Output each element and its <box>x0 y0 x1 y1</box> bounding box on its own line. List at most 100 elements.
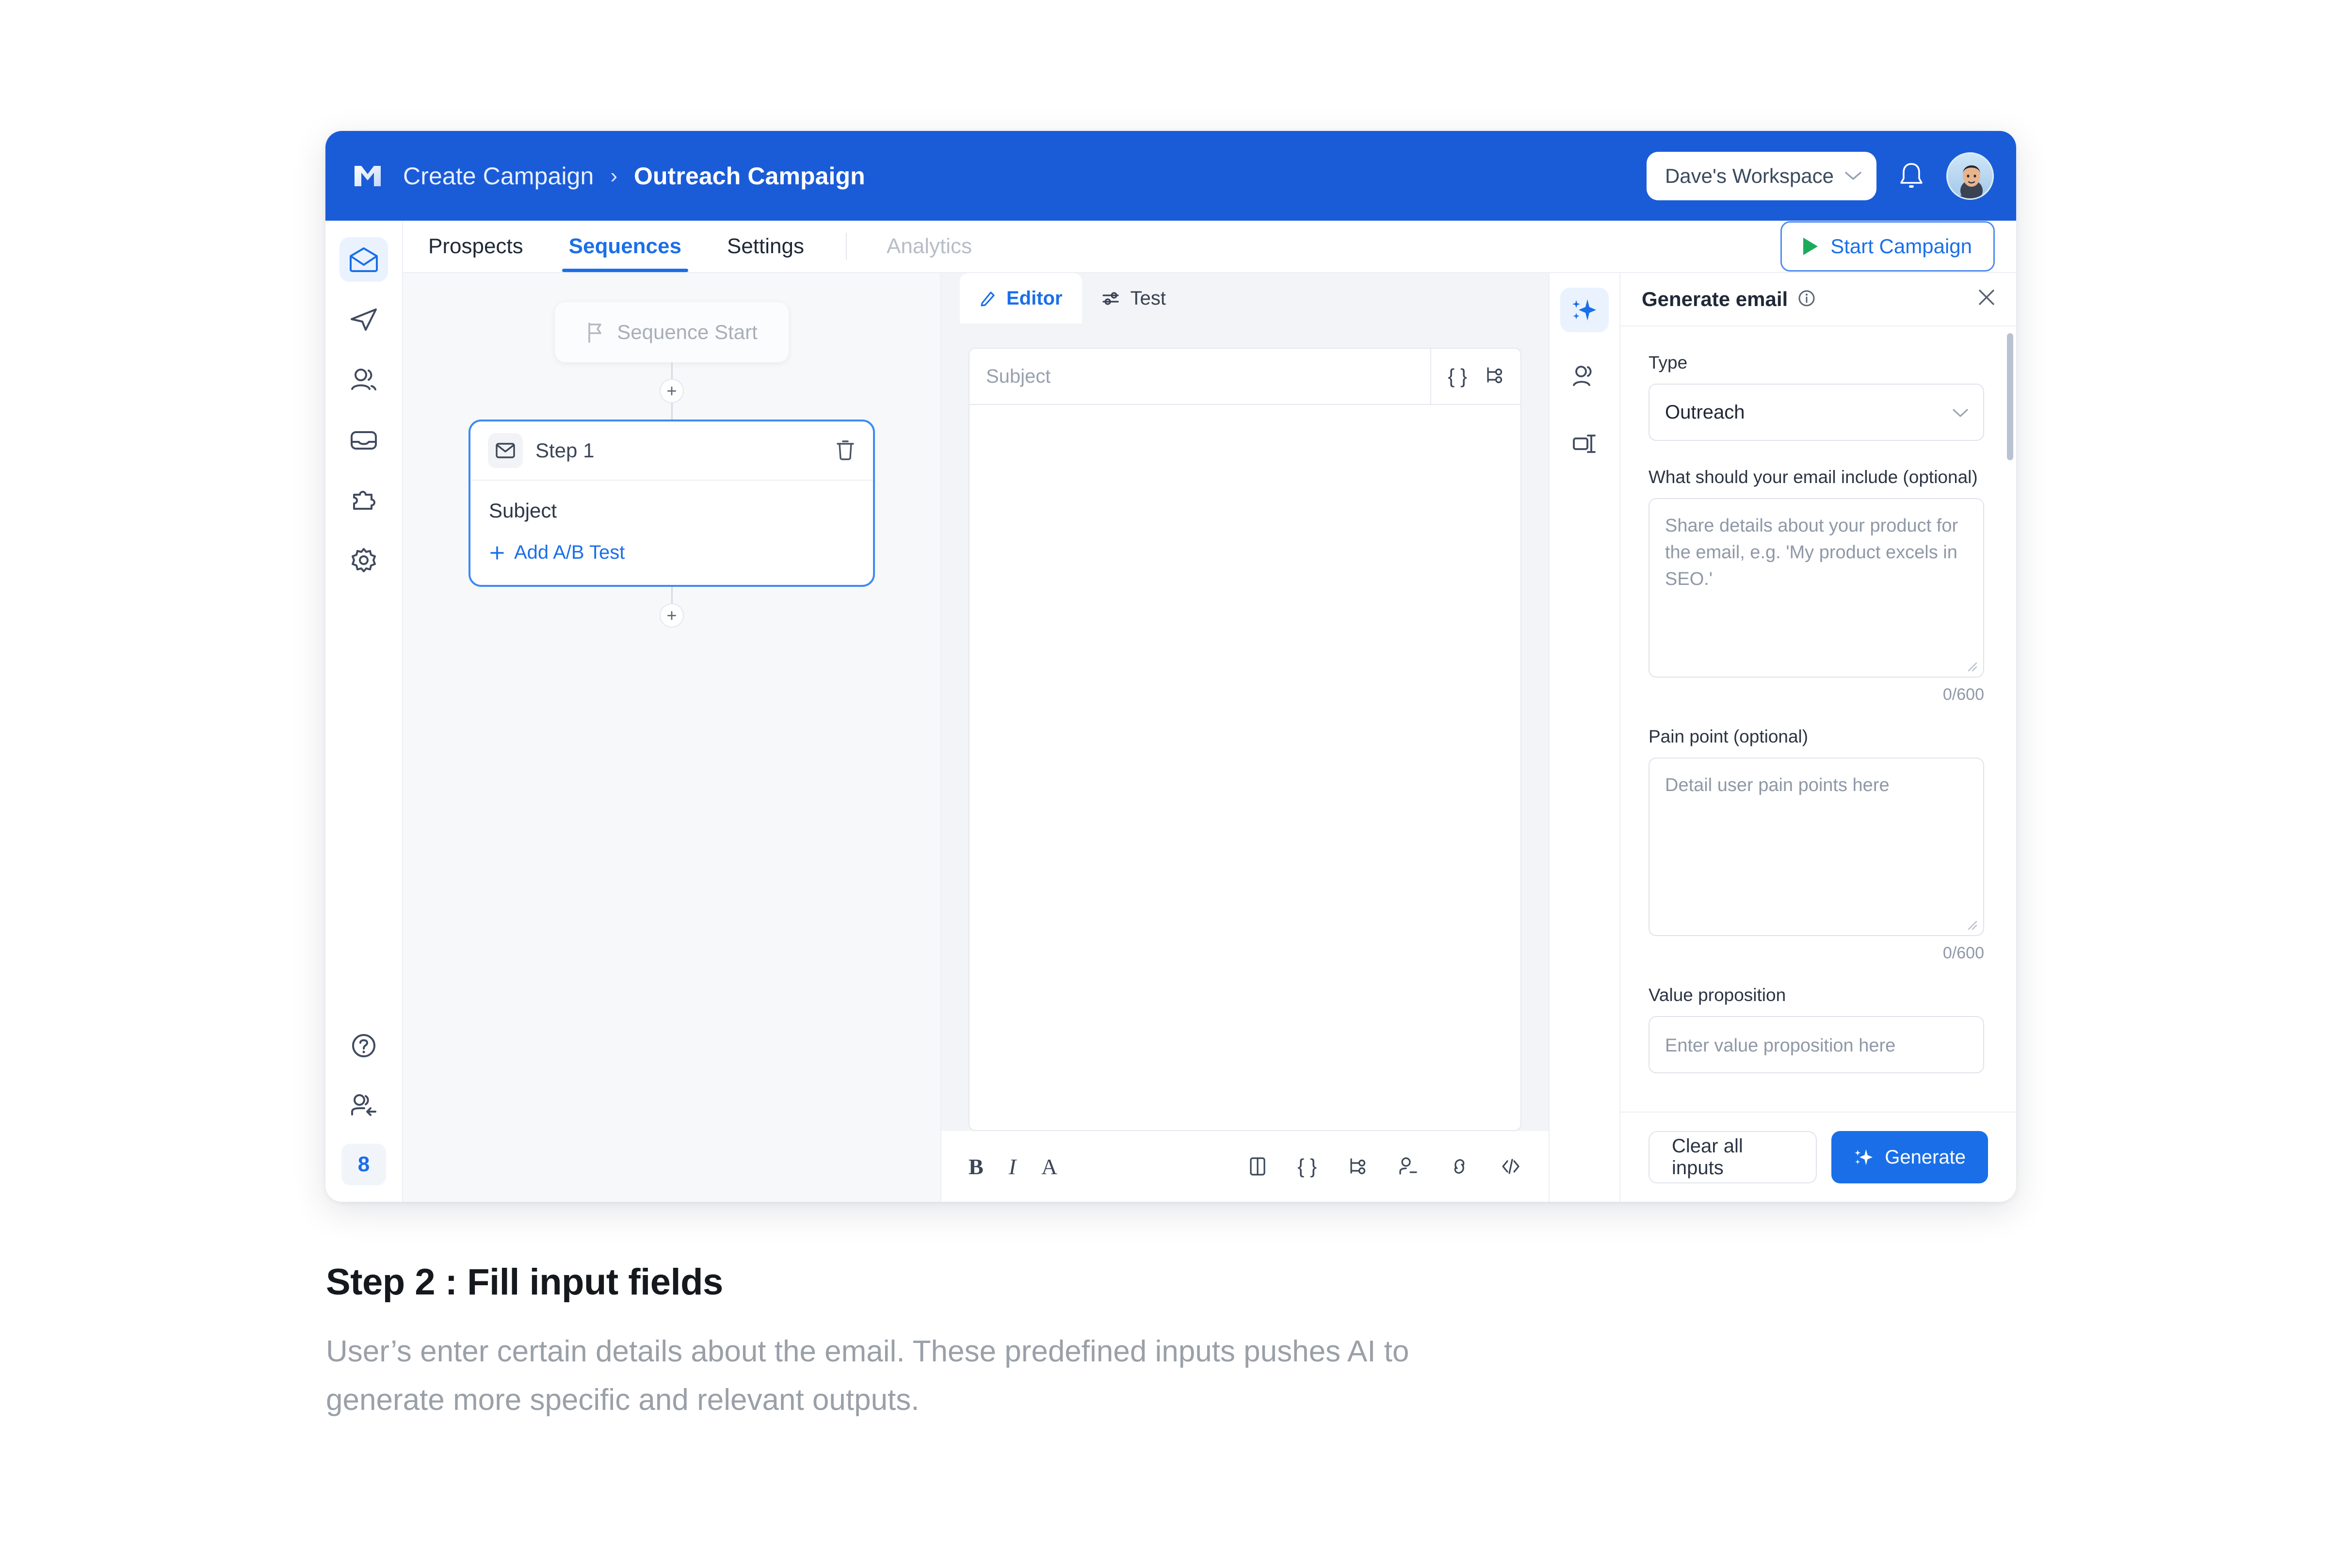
sidebar-item-settings[interactable] <box>340 538 388 582</box>
trash-icon[interactable] <box>835 438 856 463</box>
sidebar-item-help[interactable] <box>340 1023 388 1068</box>
gear-icon <box>352 548 376 572</box>
tab-sequences[interactable]: Sequences <box>562 221 689 272</box>
editor-toolbar: B I A { } <box>941 1131 1549 1202</box>
top-bar: Create Campaign › Outreach Campaign Dave… <box>325 131 2016 221</box>
tab-editor[interactable]: Editor <box>960 273 1082 323</box>
email-include-textarea[interactable]: Share details about your product for the… <box>1649 498 1984 678</box>
field-label-painpoint: Pain point (optional) <box>1649 727 1809 746</box>
app-window: Create Campaign › Outreach Campaign Dave… <box>325 131 2016 1202</box>
ai-rail-item-generate[interactable] <box>1560 288 1609 332</box>
top-bar-right: Dave's Workspace <box>1646 151 1994 200</box>
generate-button[interactable]: Generate <box>1831 1131 1988 1183</box>
branch-icon[interactable] <box>1347 1156 1367 1177</box>
tab-analytics: Analytics <box>886 234 972 258</box>
close-icon[interactable] <box>1975 286 1998 313</box>
sparkle-icon <box>1855 1149 1873 1165</box>
tab-settings[interactable]: Settings <box>723 221 808 272</box>
ai-generate-panel: Generate email Type Outreach What should… <box>1550 273 2016 1202</box>
info-circle-icon[interactable] <box>1797 289 1816 310</box>
field-label-type: Type <box>1649 353 1688 372</box>
sidebar-item-send[interactable] <box>340 297 388 342</box>
person-icon <box>1573 366 1592 386</box>
branch-icon[interactable] <box>1484 365 1504 388</box>
flag-icon <box>588 323 602 343</box>
font-icon[interactable]: A <box>1041 1154 1057 1180</box>
sparkle-icon <box>1572 299 1596 321</box>
sidebar-item-prospects[interactable] <box>340 357 388 402</box>
value-proposition-placeholder: Enter value proposition here <box>1665 1035 1896 1056</box>
mail-closed-icon <box>488 433 523 468</box>
puzzle-icon <box>353 491 375 510</box>
ai-panel-footer: Clear all inputs Generate <box>1620 1112 2016 1202</box>
breadcrumb-chevron-icon: › <box>610 163 618 188</box>
workspace-name: Dave's Workspace <box>1665 164 1834 187</box>
curly-braces-icon[interactable]: { } <box>1448 365 1467 388</box>
sidebar-item-inbox[interactable] <box>340 418 388 462</box>
ai-panel-title: Generate email <box>1642 288 1788 310</box>
sequence-start-label: Sequence Start <box>617 321 758 343</box>
clear-all-inputs-button[interactable]: Clear all inputs <box>1649 1131 1817 1183</box>
mail-open-icon <box>350 247 378 272</box>
step-subject: Subject <box>489 499 557 522</box>
ai-form-scrollbar-thumb[interactable] <box>2007 333 2013 460</box>
add-step-button-top[interactable]: + <box>660 379 684 403</box>
subject-input-placeholder: Subject <box>986 365 1051 387</box>
ai-panel-content: Generate email Type Outreach What should… <box>1620 273 2016 1202</box>
sequence-start-card[interactable]: Sequence Start <box>555 302 789 362</box>
value-proposition-input[interactable]: Enter value proposition here <box>1649 1016 1984 1073</box>
curly-braces-icon[interactable]: { } <box>1297 1155 1317 1178</box>
main-area: Prospects Sequences Settings Analytics S… <box>403 221 2016 1202</box>
avatar[interactable] <box>1946 152 1994 200</box>
start-campaign-label: Start Campaign <box>1830 235 1972 258</box>
sliders-icon <box>1102 292 1119 305</box>
resize-grip-icon[interactable] <box>1965 918 1977 930</box>
bold-icon[interactable]: B <box>969 1154 984 1180</box>
ai-form-scrollbar[interactable] <box>2005 326 2016 1112</box>
connector-line <box>671 587 673 603</box>
credits-badge[interactable]: 8 <box>341 1144 386 1185</box>
caption-body: User’s enter certain details about the e… <box>326 1335 1409 1417</box>
sidebar-item-integrations[interactable] <box>340 478 388 522</box>
user-minus-icon[interactable] <box>1397 1156 1419 1177</box>
field-label-valueprop: Value proposition <box>1649 985 1786 1005</box>
logo-m-icon[interactable] <box>353 162 383 190</box>
people-icon <box>351 369 376 390</box>
breadcrumb-parent[interactable]: Create Campaign <box>403 162 594 190</box>
pain-point-textarea[interactable]: Detail user pain points here <box>1649 758 1984 936</box>
sequence-canvas: Sequence Start + Step 1 Subject Add A/B … <box>403 273 941 1202</box>
step-card[interactable]: Step 1 Subject Add A/B Test <box>469 420 875 587</box>
email-editor: Editor Test Subject {} B I A {} <box>941 273 1550 1202</box>
link-icon[interactable] <box>1449 1156 1470 1177</box>
tab-prospects[interactable]: Prospects <box>424 221 527 272</box>
connector-line <box>671 362 673 379</box>
chevron-down-icon <box>1952 402 1969 423</box>
notification-bell-icon[interactable] <box>1898 161 1925 191</box>
ai-panel-rail <box>1550 273 1620 1202</box>
ai-rail-item-template[interactable] <box>1560 421 1609 466</box>
email-body-area[interactable] <box>969 405 1521 1131</box>
connector-bottom: + <box>660 587 684 628</box>
ai-panel-header: Generate email <box>1620 273 2016 326</box>
add-ab-test-button[interactable]: Add A/B Test <box>489 542 855 564</box>
resize-grip-icon[interactable] <box>1965 659 1977 672</box>
sidebar-item-invite[interactable] <box>340 1083 388 1128</box>
tab-test[interactable]: Test <box>1082 273 1185 323</box>
chevron-down-icon <box>1845 171 1861 180</box>
columns-icon[interactable] <box>1248 1156 1267 1177</box>
subject-input-row[interactable]: Subject { } <box>969 348 1521 405</box>
add-step-button-bottom[interactable]: + <box>660 603 684 628</box>
type-select[interactable]: Outreach <box>1649 384 1984 441</box>
pencil-icon <box>981 291 995 307</box>
italic-icon[interactable]: I <box>1009 1154 1016 1180</box>
tab-editor-label: Editor <box>1006 287 1063 309</box>
caption-block: Step 2 : Fill input fields User’s enter … <box>326 1261 1490 1425</box>
tab-bar: Prospects Sequences Settings Analytics S… <box>403 221 2016 273</box>
start-campaign-button[interactable]: Start Campaign <box>1780 221 1995 272</box>
workspace-selector[interactable]: Dave's Workspace <box>1646 151 1876 200</box>
help-circle-icon <box>352 1034 375 1057</box>
caption-title: Step 2 : Fill input fields <box>326 1261 723 1303</box>
ai-rail-item-persona[interactable] <box>1560 355 1609 399</box>
sidebar-item-mail[interactable] <box>340 237 388 282</box>
code-icon[interactable] <box>1500 1156 1521 1177</box>
